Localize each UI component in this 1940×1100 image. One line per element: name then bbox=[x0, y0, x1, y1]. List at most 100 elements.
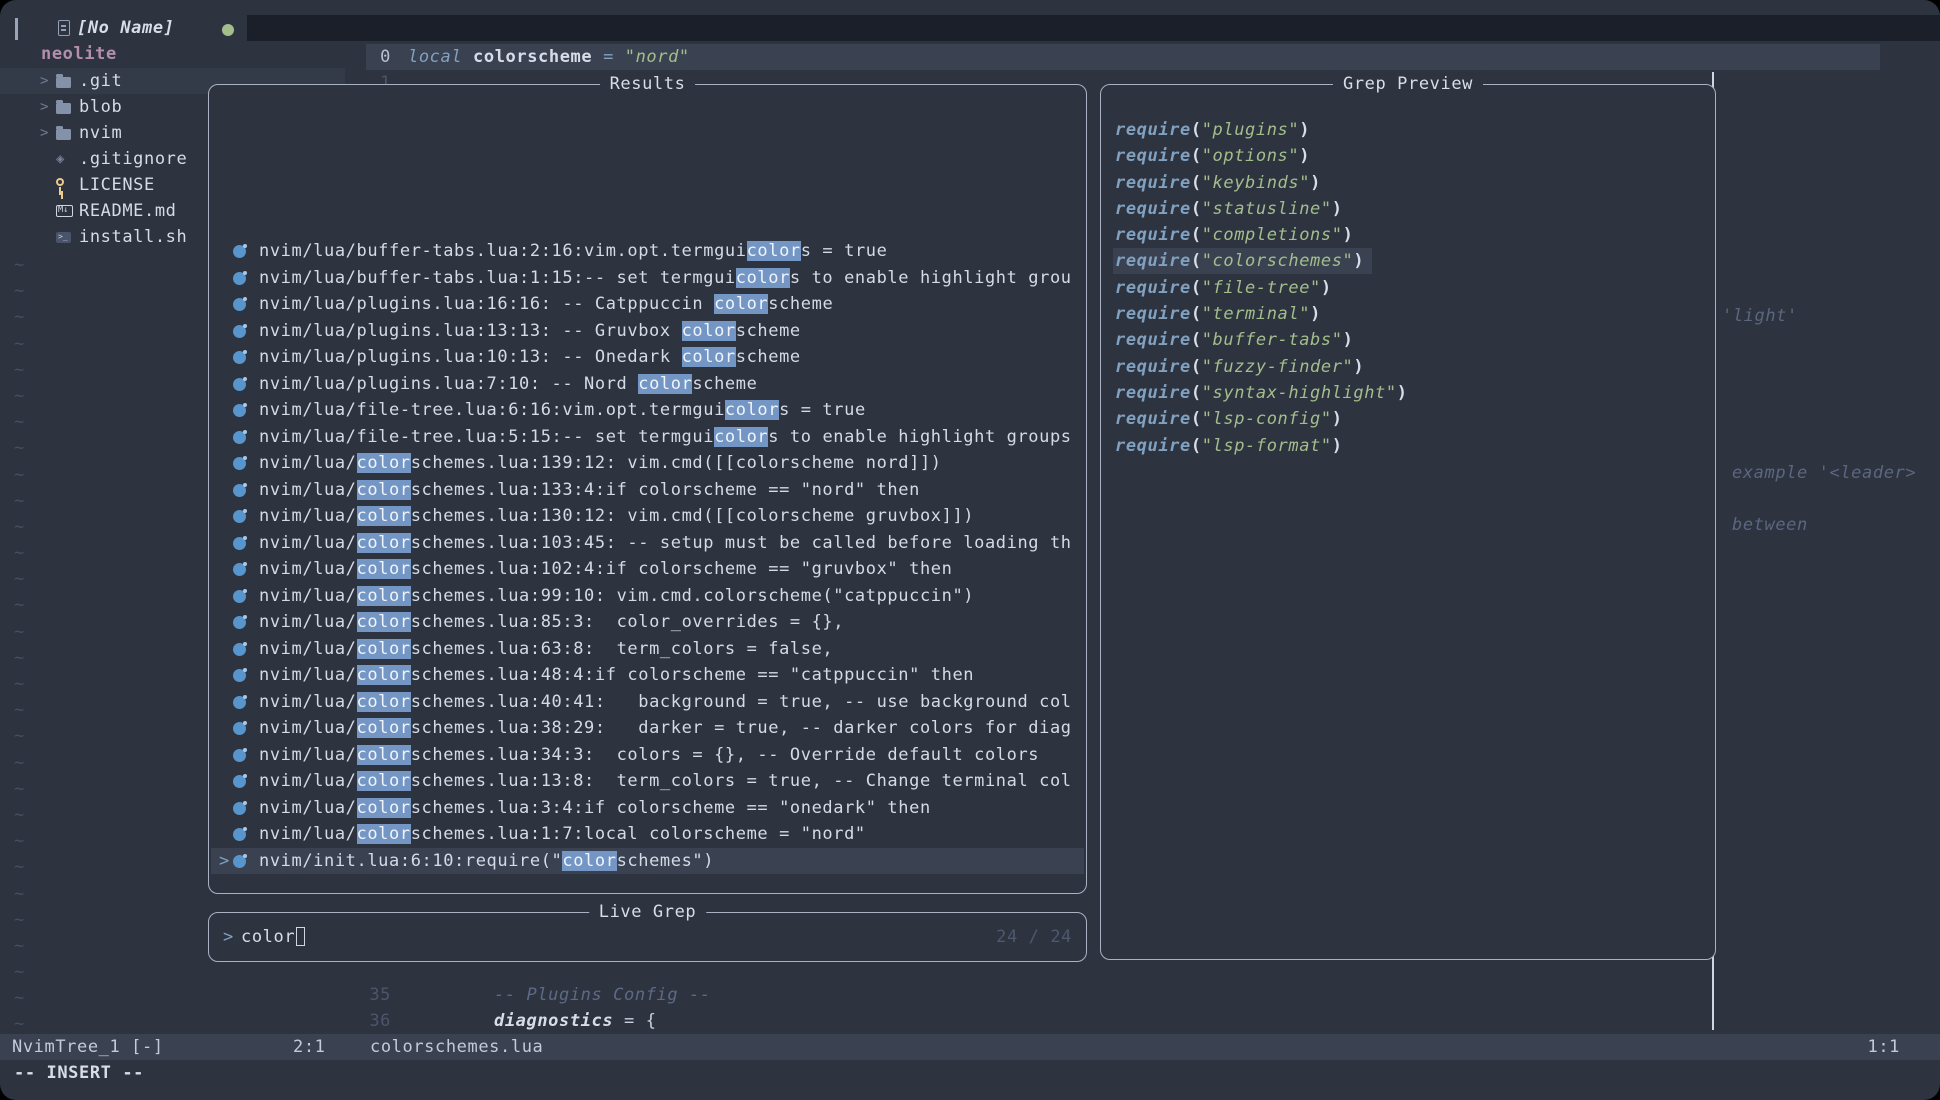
folder-icon bbox=[56, 103, 71, 114]
result-row[interactable]: nvim/lua/plugins.lua:7:10: -- Nord color… bbox=[211, 371, 1084, 398]
preview-line[interactable]: require("lsp-config") bbox=[1103, 406, 1713, 432]
match-highlight: color bbox=[714, 294, 768, 314]
selection-caret: > bbox=[219, 848, 230, 874]
variable-colorscheme: colorscheme bbox=[473, 47, 592, 67]
lua-file-icon bbox=[233, 828, 246, 841]
result-row[interactable]: nvim/lua/colorschemes.lua:38:29: darker … bbox=[211, 715, 1084, 742]
result-row-text: nvim/lua/plugins.lua:10:13: -- Onedark c… bbox=[259, 344, 801, 370]
preview-line[interactable]: require("syntax-highlight") bbox=[1103, 380, 1713, 406]
editor-line-36[interactable]: diagnostics = { bbox=[494, 1008, 657, 1034]
line-number-0: 0 bbox=[365, 44, 391, 70]
preview-line-code: require("keybinds") bbox=[1115, 170, 1329, 196]
preview-line[interactable]: require("file-tree") bbox=[1103, 275, 1713, 301]
lua-file-icon bbox=[233, 510, 246, 523]
filetree-item-label: LICENSE bbox=[79, 172, 155, 198]
result-row[interactable]: nvim/lua/buffer-tabs.lua:2:16:vim.opt.te… bbox=[211, 238, 1084, 265]
result-row[interactable]: nvim/lua/colorschemes.lua:1:7:local colo… bbox=[211, 821, 1084, 848]
match-post: schemes.lua:40:41: background = true, --… bbox=[411, 692, 1072, 712]
mode-indicator: -- INSERT -- bbox=[14, 1060, 144, 1086]
result-row[interactable]: nvim/lua/colorschemes.lua:48:4:if colors… bbox=[211, 662, 1084, 689]
preview-line[interactable]: require("options") bbox=[1103, 143, 1713, 169]
result-row-text: nvim/lua/buffer-tabs.lua:2:16:vim.opt.te… bbox=[259, 238, 887, 264]
result-row[interactable]: nvim/lua/file-tree.lua:6:16:vim.opt.term… bbox=[211, 397, 1084, 424]
preview-line-code: require("terminal") bbox=[1115, 301, 1329, 327]
open-paren: ( bbox=[1191, 146, 1202, 166]
preview-line[interactable]: require("buffer-tabs") bbox=[1103, 327, 1713, 353]
result-row-text: nvim/lua/colorschemes.lua:103:45: -- set… bbox=[259, 530, 1072, 556]
result-row[interactable]: nvim/lua/plugins.lua:13:13: -- Gruvbox c… bbox=[211, 318, 1084, 345]
function-require: require bbox=[1115, 409, 1191, 429]
lua-file-icon bbox=[233, 537, 246, 550]
result-row[interactable]: nvim/lua/colorschemes.lua:103:45: -- set… bbox=[211, 530, 1084, 557]
match-pre: nvim/init.lua:6:10:require(" bbox=[259, 851, 562, 871]
result-row[interactable]: nvim/lua/colorschemes.lua:99:10: vim.cmd… bbox=[211, 583, 1084, 610]
result-row[interactable]: nvim/lua/colorschemes.lua:133:4:if color… bbox=[211, 477, 1084, 504]
match-pre: nvim/lua/plugins.lua:10:13: -- Onedark bbox=[259, 347, 682, 367]
preview-line-code: require("lsp-format") bbox=[1115, 433, 1351, 459]
result-row[interactable]: nvim/lua/plugins.lua:10:13: -- Onedark c… bbox=[211, 344, 1084, 371]
empty-line-tilde: ~ bbox=[14, 776, 25, 802]
close-paren: ) bbox=[1353, 357, 1364, 377]
icon-slot bbox=[56, 232, 74, 243]
match-pre: nvim/lua/ bbox=[259, 824, 357, 844]
result-row[interactable]: nvim/lua/colorschemes.lua:13:8: term_col… bbox=[211, 768, 1084, 795]
markdown-icon bbox=[56, 205, 73, 217]
license-key-icon bbox=[56, 178, 64, 186]
result-row-text: nvim/lua/colorschemes.lua:85:3: color_ov… bbox=[259, 609, 844, 635]
icon-slot bbox=[56, 101, 74, 114]
lua-file-icon bbox=[233, 298, 246, 311]
preview-line[interactable]: require("fuzzy-finder") bbox=[1103, 354, 1713, 380]
preview-line[interactable]: require("terminal") bbox=[1103, 301, 1713, 327]
result-row[interactable]: nvim/lua/buffer-tabs.lua:1:15:-- set ter… bbox=[211, 265, 1084, 292]
icon-slot bbox=[56, 205, 74, 217]
module-string: "plugins" bbox=[1202, 120, 1300, 140]
tab-no-name[interactable]: [No Name] bbox=[58, 15, 175, 41]
tab-label: [No Name] bbox=[77, 15, 175, 41]
match-pre: nvim/lua/file-tree.lua:5:15:-- set termg… bbox=[259, 427, 714, 447]
match-pre: nvim/lua/ bbox=[259, 665, 357, 685]
preview-line-current[interactable]: require("colorschemes") bbox=[1103, 248, 1713, 274]
filetree-root-name[interactable]: neolite bbox=[41, 41, 117, 67]
match-highlight: color bbox=[357, 453, 411, 473]
livegrep-match-counter: 24 / 24 bbox=[996, 924, 1072, 950]
preview-line[interactable]: require("completions") bbox=[1103, 222, 1713, 248]
open-paren: ( bbox=[1191, 330, 1202, 350]
preview-line[interactable]: require("keybinds") bbox=[1103, 170, 1713, 196]
result-row-text: nvim/lua/plugins.lua:16:16: -- Catppucci… bbox=[259, 291, 833, 317]
match-post: scheme bbox=[768, 294, 833, 314]
empty-line-tilde: ~ bbox=[14, 252, 25, 278]
result-row[interactable]: nvim/lua/colorschemes.lua:63:8: term_col… bbox=[211, 636, 1084, 663]
result-row[interactable]: nvim/lua/colorschemes.lua:102:4:if color… bbox=[211, 556, 1084, 583]
match-post: schemes.lua:130:12: vim.cmd([[colorschem… bbox=[411, 506, 974, 526]
lua-file-icon bbox=[233, 563, 246, 576]
function-require: require bbox=[1115, 278, 1191, 298]
match-highlight: color bbox=[725, 400, 779, 420]
livegrep-search-input[interactable]: color bbox=[241, 924, 305, 950]
preview-line-code: require("buffer-tabs") bbox=[1115, 327, 1361, 353]
match-highlight: color bbox=[357, 480, 411, 500]
preview-line-code: require("file-tree") bbox=[1115, 275, 1340, 301]
match-post: schemes") bbox=[617, 851, 715, 871]
result-row[interactable]: nvim/lua/plugins.lua:16:16: -- Catppucci… bbox=[211, 291, 1084, 318]
match-highlight: color bbox=[357, 824, 411, 844]
modified-indicator-dot bbox=[222, 24, 234, 36]
result-row[interactable]: nvim/lua/file-tree.lua:5:15:-- set termg… bbox=[211, 424, 1084, 451]
lua-file-icon bbox=[233, 749, 246, 762]
lua-file-icon bbox=[233, 431, 246, 444]
preview-line[interactable]: require("lsp-format") bbox=[1103, 433, 1713, 459]
result-row[interactable]: nvim/lua/colorschemes.lua:34:3: colors =… bbox=[211, 742, 1084, 769]
empty-line-tilde: ~ bbox=[14, 304, 25, 330]
editor-line-0[interactable]: local colorscheme = "nord" bbox=[408, 44, 690, 70]
result-row[interactable]: nvim/lua/colorschemes.lua:85:3: color_ov… bbox=[211, 609, 1084, 636]
result-row[interactable]: nvim/lua/colorschemes.lua:3:4:if colorsc… bbox=[211, 795, 1084, 822]
result-row[interactable]: nvim/lua/colorschemes.lua:139:12: vim.cm… bbox=[211, 450, 1084, 477]
match-highlight: color bbox=[682, 347, 736, 367]
result-row[interactable]: nvim/lua/colorschemes.lua:130:12: vim.cm… bbox=[211, 503, 1084, 530]
module-string: "file-tree" bbox=[1202, 278, 1321, 298]
preview-line[interactable]: require("plugins") bbox=[1103, 117, 1713, 143]
result-row[interactable]: nvim/lua/colorschemes.lua:40:41: backgro… bbox=[211, 689, 1084, 716]
close-paren: ) bbox=[1310, 173, 1321, 193]
result-row-selected[interactable]: >nvim/init.lua:6:10:require("colorscheme… bbox=[211, 848, 1084, 875]
preview-line[interactable]: require("statusline") bbox=[1103, 196, 1713, 222]
empty-line-tilde: ~ bbox=[14, 854, 25, 880]
